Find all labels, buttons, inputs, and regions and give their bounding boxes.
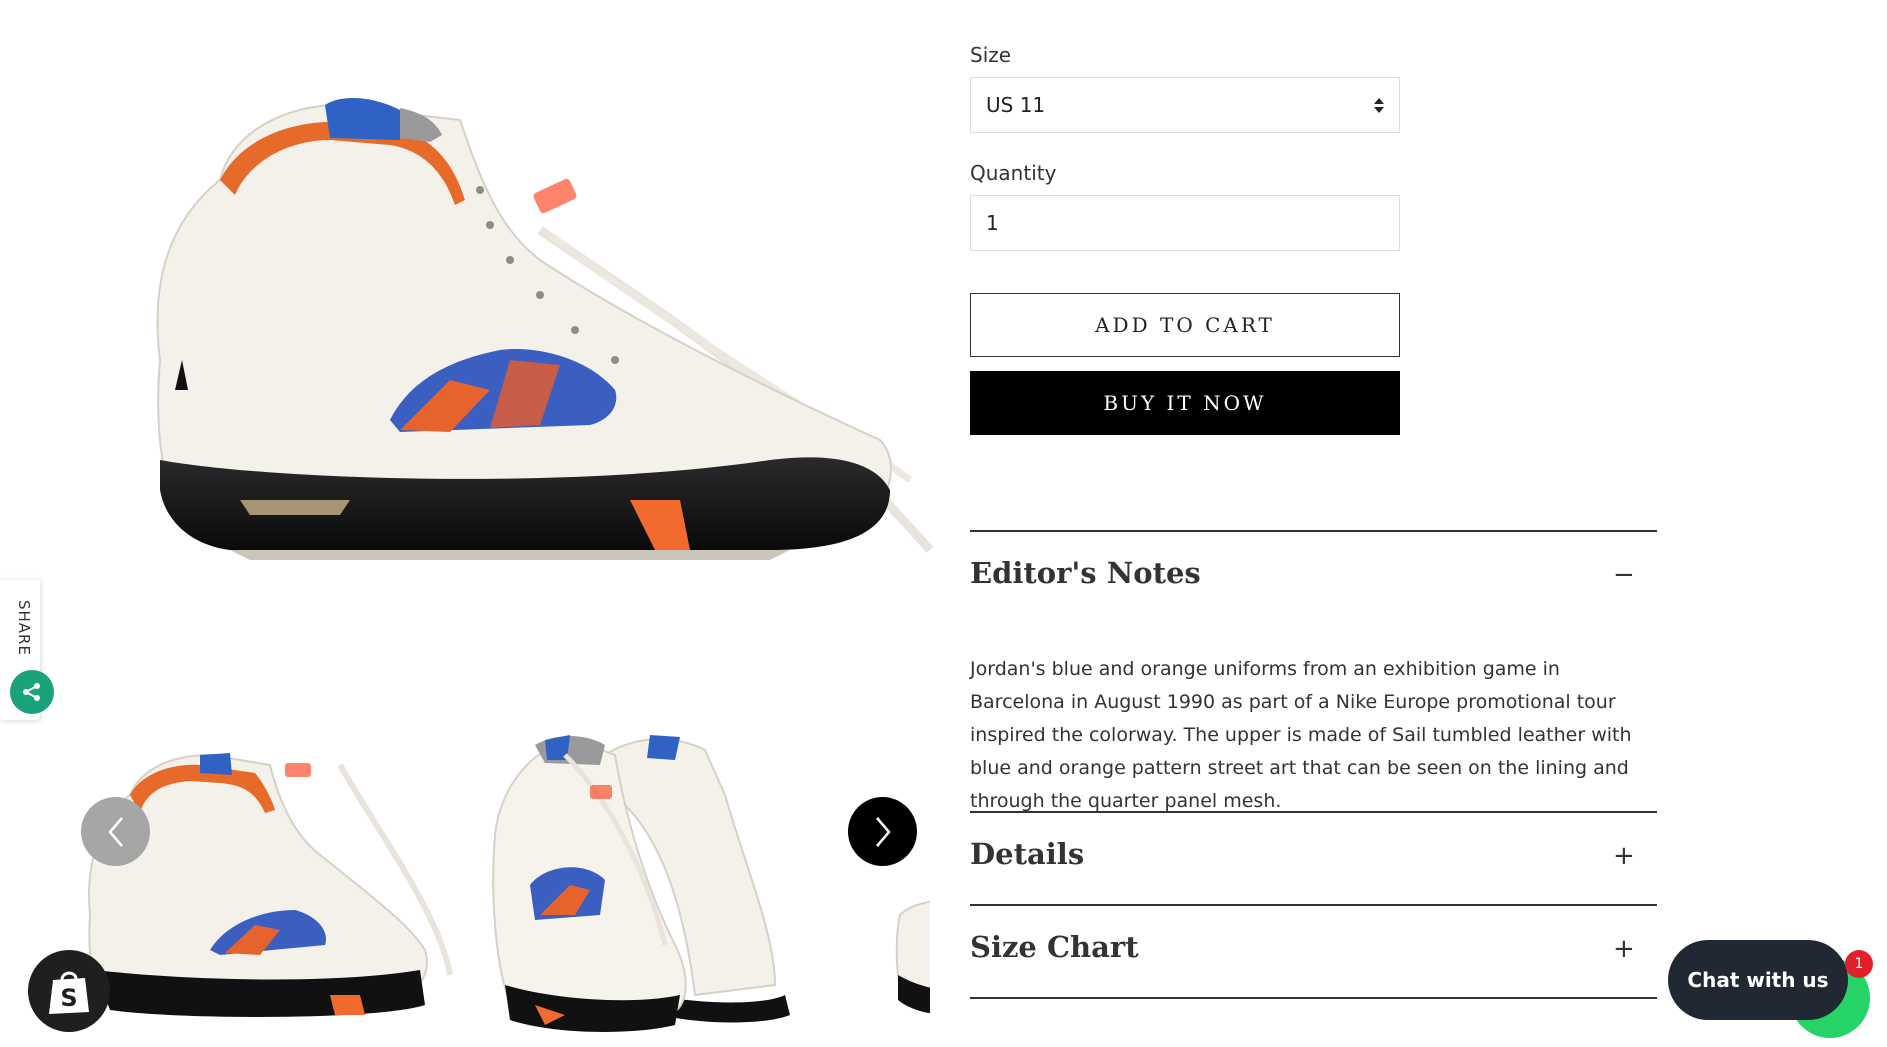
collapse-icon[interactable]: − [1613, 562, 1635, 588]
product-main-image[interactable] [70, 60, 940, 600]
size-select-value: US 11 [986, 93, 1046, 117]
thumbnail-1[interactable] [80, 715, 460, 1047]
thumbnail-strip [80, 715, 930, 1047]
quantity-label: Quantity [970, 161, 1057, 185]
expand-icon[interactable]: + [1613, 936, 1635, 962]
share-button[interactable] [10, 670, 54, 714]
shopify-bag-icon: S [49, 971, 89, 1014]
accordion-size-chart-title[interactable]: Size Chart [970, 930, 1139, 964]
chat-with-us-button[interactable]: Chat with us [1668, 940, 1848, 1020]
quantity-input[interactable]: 1 [970, 195, 1400, 251]
accordion-editors-notes-title[interactable]: Editor's Notes [970, 556, 1201, 590]
thumbnail-2[interactable] [475, 715, 875, 1047]
chat-notification-badge: 1 [1845, 950, 1873, 978]
chat-label: Chat with us [1687, 968, 1829, 992]
carousel-next-button[interactable] [848, 797, 917, 866]
divider [970, 997, 1657, 999]
editors-notes-body: Jordan's blue and orange uniforms from a… [970, 658, 1632, 812]
carousel-prev-button[interactable] [81, 797, 150, 866]
thumbnail-3[interactable] [890, 715, 930, 1047]
accordion-details-title[interactable]: Details [970, 837, 1084, 871]
divider [970, 904, 1657, 906]
share-icon [23, 683, 40, 701]
chevron-right-icon [875, 816, 891, 847]
divider [970, 811, 1657, 813]
shopify-badge[interactable]: S [28, 950, 110, 1032]
share-label[interactable]: SHARE [7, 600, 33, 660]
svg-text:S: S [60, 984, 77, 1012]
chevron-left-icon [107, 816, 123, 847]
divider [970, 530, 1657, 532]
select-caret-icon [1374, 97, 1384, 113]
size-select[interactable]: US 11 [970, 77, 1400, 133]
expand-icon[interactable]: + [1613, 843, 1635, 869]
add-to-cart-button[interactable]: ADD TO CART [970, 293, 1400, 357]
size-label: Size [970, 43, 1012, 67]
buy-it-now-button[interactable]: BUY IT NOW [970, 371, 1400, 435]
